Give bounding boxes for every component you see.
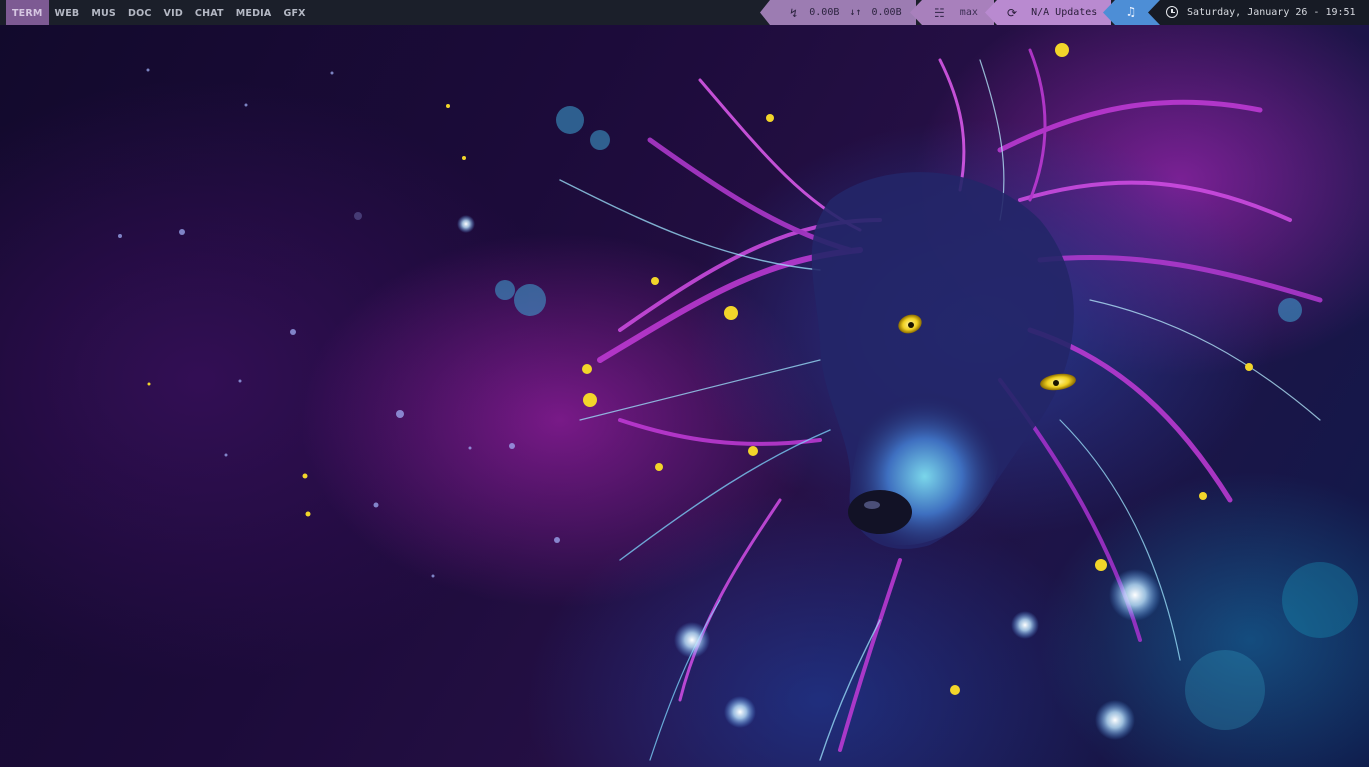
- clock-icon: [1166, 6, 1178, 18]
- volume-mixer-icon: ☵: [934, 6, 945, 20]
- updates-module[interactable]: ⟳ N/A Updates: [985, 0, 1111, 25]
- workspace-term[interactable]: TERM: [6, 0, 49, 25]
- clock-module[interactable]: Saturday, January 26 - 19:51: [1148, 0, 1369, 25]
- workspace-chat[interactable]: CHAT: [189, 0, 230, 25]
- workspace-media[interactable]: MEDIA: [230, 0, 278, 25]
- volume-level: max: [959, 7, 978, 18]
- workspace-doc[interactable]: DOC: [122, 0, 158, 25]
- desktop: TERM WEB MUS DOC VID CHAT MEDIA GFX ↯ 0.…: [0, 0, 1369, 767]
- workspace-web[interactable]: WEB: [49, 0, 86, 25]
- desktop-wallpaper: [0, 0, 1369, 767]
- network-up-speed: 0.00B: [871, 7, 902, 18]
- workspace-vid[interactable]: VID: [158, 0, 189, 25]
- top-status-bar: TERM WEB MUS DOC VID CHAT MEDIA GFX ↯ 0.…: [0, 0, 1369, 25]
- updates-text: N/A Updates: [1031, 7, 1098, 18]
- volume-module[interactable]: ☵ max: [910, 0, 994, 25]
- workspace-gfx[interactable]: GFX: [277, 0, 311, 25]
- music-note-icon: ♫: [1127, 5, 1135, 20]
- network-down-speed: 0.00B: [809, 7, 840, 18]
- network-module[interactable]: ↯ 0.00B ↓↑ 0.00B: [760, 0, 916, 25]
- workspace-mus[interactable]: MUS: [85, 0, 122, 25]
- workspace-list: TERM WEB MUS DOC VID CHAT MEDIA GFX: [6, 0, 312, 25]
- network-arrows-icon: ↓↑: [849, 7, 862, 18]
- network-icon: ↯: [790, 6, 798, 20]
- refresh-icon: ⟳: [1007, 6, 1018, 20]
- wallpaper-art: [118, 43, 1358, 761]
- clock-text: Saturday, January 26 - 19:51: [1187, 7, 1356, 18]
